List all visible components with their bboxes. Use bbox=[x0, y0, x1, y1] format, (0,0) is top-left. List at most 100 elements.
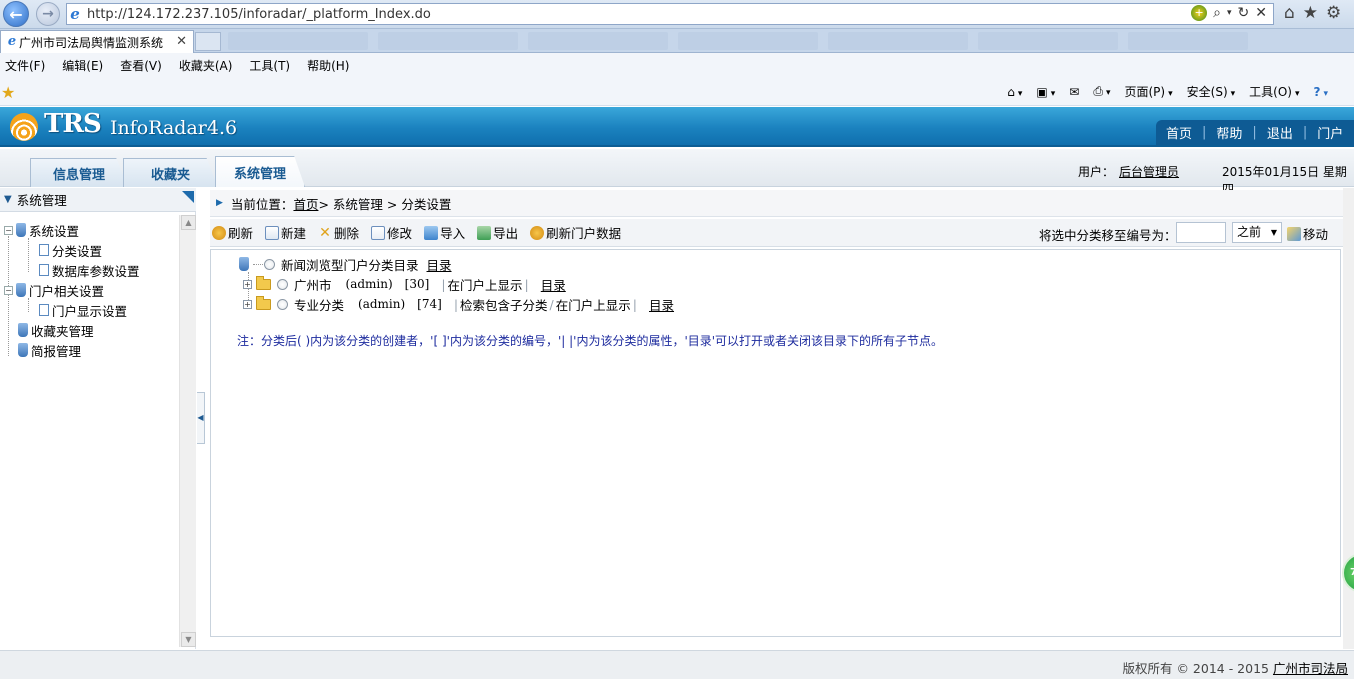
safety-menu-label: 安全(S) bbox=[1186, 85, 1228, 99]
export-box-icon bbox=[477, 225, 492, 240]
sidebar-item-database-params[interactable]: 数据库参数设置 bbox=[39, 261, 140, 279]
category-radio[interactable] bbox=[277, 278, 288, 290]
help-icon[interactable]: ? ▾ bbox=[1314, 85, 1329, 99]
breadcrumb-home-link[interactable]: 首页 bbox=[293, 194, 318, 213]
delete-x-icon: ✕ bbox=[319, 224, 331, 241]
category-radio[interactable] bbox=[277, 298, 288, 310]
gear-icon[interactable]: ⚙ bbox=[1326, 3, 1341, 23]
favorites-star-icon[interactable]: ★ bbox=[1303, 3, 1318, 23]
refresh-portal-label: 刷新门户数据 bbox=[546, 226, 622, 241]
home-icon[interactable]: ⌂ bbox=[1284, 3, 1295, 23]
url-text[interactable]: http://124.172.237.105/inforadar/_platfo… bbox=[87, 7, 431, 22]
export-button[interactable]: 导出 bbox=[477, 223, 518, 242]
category-creator: (admin) bbox=[345, 277, 393, 291]
directory-toggle-link[interactable]: 目录 bbox=[427, 255, 452, 274]
background-tab[interactable] bbox=[528, 32, 668, 50]
print-icon[interactable]: ⎙ ▾ bbox=[1093, 84, 1110, 99]
directory-toggle-link[interactable]: 目录 bbox=[541, 275, 566, 294]
new-button[interactable]: 新建 bbox=[265, 223, 306, 242]
rss-feed-icon[interactable]: ▣ ▾ bbox=[1036, 85, 1055, 99]
background-tab[interactable] bbox=[828, 32, 968, 50]
delete-button[interactable]: ✕ 删除 bbox=[318, 223, 359, 242]
move-target-number-input[interactable] bbox=[1176, 222, 1226, 243]
page-menu[interactable]: 页面(P) ▾ bbox=[1125, 83, 1173, 100]
collapse-icon[interactable]: − bbox=[4, 285, 13, 295]
scroll-up-icon[interactable]: ▲ bbox=[181, 215, 196, 230]
add-favorite-icon[interactable]: ★ bbox=[1, 83, 15, 102]
directory-toggle-link[interactable]: 目录 bbox=[649, 295, 674, 314]
move-button[interactable]: 移动 bbox=[1287, 224, 1328, 243]
category-attribute: 检索包含子分类 bbox=[460, 297, 548, 313]
move-label: 将选中分类移至编号为： bbox=[1039, 228, 1177, 243]
refresh-button[interactable]: 刷新 bbox=[212, 223, 253, 242]
url-field[interactable]: e http://124.172.237.105/inforadar/_plat… bbox=[66, 3, 1274, 25]
sidebar-item-portal-settings[interactable]: − 门户相关设置 bbox=[4, 281, 104, 299]
sidebar-item-label: 分类设置 bbox=[52, 243, 103, 259]
link-portal[interactable]: 门户 bbox=[1317, 123, 1343, 142]
background-tab[interactable] bbox=[378, 32, 518, 50]
safety-menu[interactable]: 安全(S) ▾ bbox=[1187, 83, 1236, 100]
ie-page-icon: e bbox=[7, 34, 17, 49]
close-icon[interactable]: ✕ bbox=[176, 34, 187, 49]
category-root-row: 新闻浏览型门户分类目录 目录 bbox=[239, 255, 452, 273]
background-tab[interactable] bbox=[228, 32, 368, 50]
refresh-portal-button[interactable]: 刷新门户数据 bbox=[530, 223, 621, 242]
category-row: + 广州市 (admin) [30] | 在门户上显示 | 目录 bbox=[243, 275, 566, 293]
link-help[interactable]: 帮助 bbox=[1216, 123, 1242, 142]
move-button-label: 移动 bbox=[1303, 227, 1329, 242]
sidebar-item-favorites-management[interactable]: 收藏夹管理 bbox=[18, 321, 94, 339]
collapse-icon[interactable]: − bbox=[4, 225, 13, 235]
sidebar-item-portal-display[interactable]: 门户显示设置 bbox=[39, 301, 127, 319]
browser-tab-active[interactable]: e 广州市司法局舆情监测系统 ✕ bbox=[0, 30, 194, 53]
refresh-icon[interactable]: ↻ bbox=[1238, 5, 1250, 21]
import-button[interactable]: 导入 bbox=[424, 223, 465, 242]
browser-right-tools: ⌂ ★ ⚙ bbox=[1284, 3, 1341, 23]
move-position-select[interactable]: 之前 ▼ bbox=[1232, 222, 1282, 243]
link-home[interactable]: 首页 bbox=[1166, 123, 1192, 142]
background-tab[interactable] bbox=[1128, 32, 1248, 50]
tab-favorites[interactable]: 收藏夹 bbox=[123, 158, 218, 187]
stop-icon[interactable]: ✕ bbox=[1255, 5, 1267, 21]
background-tab[interactable] bbox=[978, 32, 1118, 50]
tools-menu[interactable]: 工具(O) ▾ bbox=[1249, 83, 1299, 100]
sidebar-item-category-settings[interactable]: 分类设置 bbox=[39, 241, 102, 259]
back-button[interactable]: ← bbox=[3, 1, 29, 27]
footer: 版权所有 © 2014 - 2015 广州市司法局 bbox=[0, 650, 1354, 679]
new-tab-button[interactable] bbox=[195, 32, 221, 51]
menu-file[interactable]: 文件(F) bbox=[5, 57, 45, 74]
edit-button[interactable]: 修改 bbox=[371, 223, 412, 242]
menu-favorites[interactable]: 收藏夹(A) bbox=[179, 57, 233, 74]
category-row: + 专业分类 (admin) [74] | 检索包含子分类 / 在门户上显示 |… bbox=[243, 295, 674, 313]
sidebar-item-label: 系统设置 bbox=[29, 223, 80, 239]
category-radio[interactable] bbox=[264, 258, 275, 270]
sidebar-item-system-settings[interactable]: − 系统设置 bbox=[4, 221, 79, 239]
user-name-link[interactable]: 后台管理员 bbox=[1119, 163, 1179, 180]
menu-tools[interactable]: 工具(T) bbox=[249, 57, 290, 74]
page-icon bbox=[39, 264, 49, 276]
page-icon bbox=[39, 304, 49, 316]
sidebar-scrollbar[interactable]: ▲ ▼ bbox=[179, 215, 196, 647]
tab-system-management[interactable]: 系统管理 bbox=[215, 156, 305, 187]
copyright-org-link[interactable]: 广州市司法局 bbox=[1273, 661, 1348, 676]
menu-edit[interactable]: 编辑(E) bbox=[62, 57, 103, 74]
compatibility-view-icon[interactable]: + bbox=[1191, 5, 1208, 21]
tab-info-management[interactable]: 信息管理 bbox=[30, 158, 128, 187]
sidebar-title[interactable]: ▼ 系统管理 bbox=[0, 188, 196, 212]
triangle-right-icon: ▶ bbox=[216, 198, 223, 208]
menu-view[interactable]: 查看(V) bbox=[120, 57, 162, 74]
background-tab[interactable] bbox=[678, 32, 818, 50]
forward-button[interactable]: → bbox=[36, 2, 60, 26]
sidebar-collapse-handle[interactable]: ◀ bbox=[197, 392, 205, 444]
copyright: 版权所有 © 2014 - 2015 广州市司法局 bbox=[1122, 658, 1348, 677]
menu-help[interactable]: 帮助(H) bbox=[307, 57, 349, 74]
chevron-down-icon: ▼ bbox=[1270, 228, 1277, 237]
link-logout[interactable]: 退出 bbox=[1267, 123, 1293, 142]
search-icon[interactable]: ⌕ bbox=[1213, 5, 1221, 21]
dropdown-caret-icon[interactable]: ▾ bbox=[1227, 8, 1232, 18]
home-icon[interactable]: ⌂ ▾ bbox=[1007, 85, 1022, 99]
expand-icon[interactable]: + bbox=[243, 279, 252, 289]
sidebar-item-briefing-management[interactable]: 简报管理 bbox=[18, 341, 81, 359]
expand-icon[interactable]: + bbox=[243, 299, 252, 309]
scroll-down-icon[interactable]: ▼ bbox=[181, 632, 196, 647]
mail-icon[interactable]: ✉ bbox=[1069, 85, 1079, 99]
